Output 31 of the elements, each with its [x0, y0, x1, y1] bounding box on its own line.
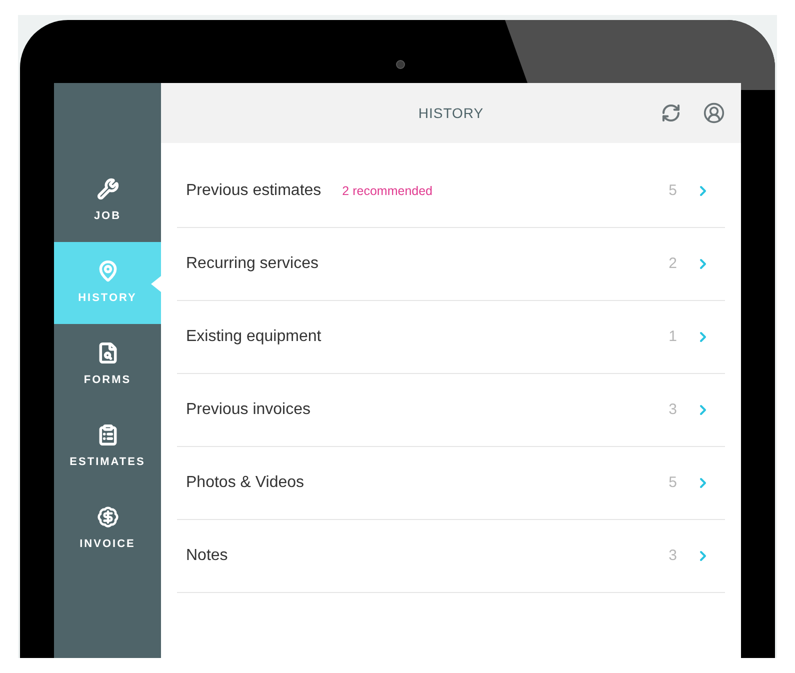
row-label: Previous invoices: [186, 400, 310, 420]
row-count: 5: [668, 472, 677, 493]
row-label: Recurring services: [186, 254, 318, 274]
row-count: 2: [668, 254, 677, 274]
sidebar-tab[interactable]: ESTIMATES: [54, 406, 161, 488]
row-label: Photos & Videos: [186, 473, 304, 493]
row-count: 3: [668, 546, 677, 566]
map-pin-icon: [96, 260, 118, 282]
clipboard-icon: [96, 424, 118, 446]
sidebar-tab[interactable]: FORMS: [54, 324, 161, 406]
sync-icon[interactable]: [661, 103, 681, 123]
history-row[interactable]: Existing equipment 1: [177, 301, 725, 374]
dollar-icon: [96, 506, 118, 528]
history-row[interactable]: Notes 3: [177, 520, 725, 593]
recommended-label: 2 recommended: [342, 182, 432, 200]
profile-icon[interactable]: [703, 102, 725, 124]
row-count: 3: [668, 400, 677, 420]
history-row[interactable]: Previous estimates 2 recommended 5: [177, 155, 725, 228]
history-row[interactable]: Recurring services 2: [177, 228, 725, 301]
row-label: Existing equipment: [186, 327, 322, 347]
row-label: Previous estimates: [186, 181, 322, 201]
sidebar-tab[interactable]: INVOICE: [54, 488, 161, 570]
history-row[interactable]: Previous invoices 3: [177, 374, 725, 447]
wrench-icon: [96, 178, 118, 200]
history-row[interactable]: Photos & Videos 5: [177, 447, 725, 520]
row-label: Notes: [186, 546, 228, 566]
header-title: HISTORY: [418, 104, 484, 122]
document-search-icon: [96, 342, 118, 364]
sidebar-tab[interactable]: JOB: [54, 160, 161, 242]
row-count: 5: [668, 180, 677, 201]
row-count: 1: [668, 326, 677, 347]
